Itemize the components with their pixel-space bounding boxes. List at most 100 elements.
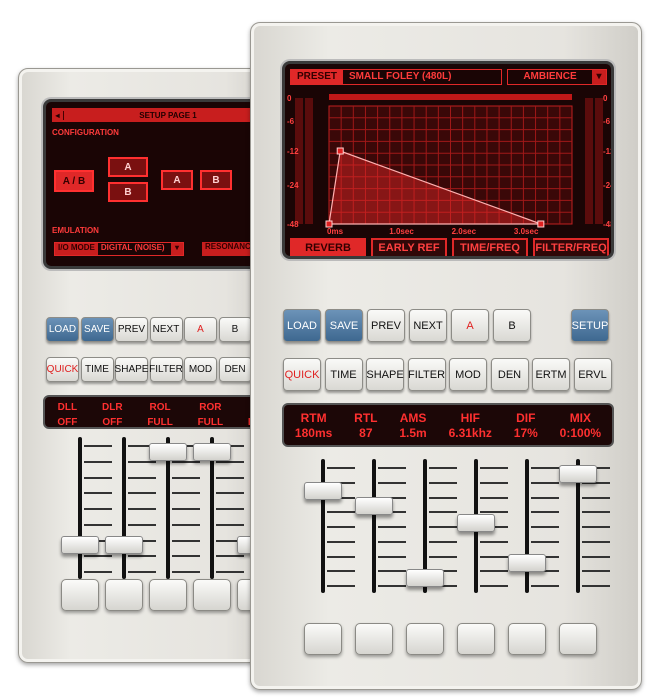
- front-pad-button-5[interactable]: [508, 623, 546, 655]
- shape-button[interactable]: SHAPE: [366, 358, 404, 391]
- front-pad-button-4[interactable]: [457, 623, 495, 655]
- fader-track: [78, 437, 82, 579]
- a-button[interactable]: A: [451, 309, 489, 342]
- den-button[interactable]: DEN: [490, 358, 529, 391]
- load-button[interactable]: LOAD: [46, 317, 79, 342]
- back-pad-button-3[interactable]: [149, 579, 187, 611]
- back-fader-1[interactable]: [61, 536, 99, 555]
- x-tick-label: 3.0sec: [514, 227, 539, 236]
- filter-button[interactable]: FILTER: [149, 357, 183, 382]
- quick-button[interactable]: QUICK: [283, 358, 321, 391]
- config-parallel-a[interactable]: A: [161, 170, 193, 190]
- fader-scale-tick: [216, 460, 244, 463]
- front-fader-4[interactable]: [457, 513, 495, 532]
- save-button[interactable]: SAVE: [325, 309, 363, 342]
- save-button[interactable]: SAVE: [80, 317, 114, 342]
- time-button[interactable]: TIME: [80, 357, 114, 382]
- filter-button[interactable]: FILTER: [407, 358, 446, 391]
- level-bar: [329, 94, 572, 100]
- prev-button[interactable]: PREV: [367, 309, 405, 342]
- parameter-rtl: RTL 87: [354, 411, 377, 445]
- fader-scale-tick: [531, 526, 559, 528]
- envelope-handle: [537, 220, 545, 228]
- config-parallel-b[interactable]: B: [200, 170, 232, 190]
- parameter-value: OFF: [102, 417, 123, 428]
- fader-scale-tick: [216, 508, 244, 510]
- fader-track: [372, 459, 376, 593]
- envelope-chart[interactable]: 0 0 -6 -6 -12 -12 -24 -24 -48 -48 0ms 1.0sec 2.0sec 3…: [285, 64, 614, 259]
- parameter-name: DLL: [57, 402, 78, 413]
- next-button[interactable]: NEXT: [409, 309, 447, 342]
- parameter-value: 180ms: [294, 426, 333, 440]
- shape-button[interactable]: SHAPE: [115, 357, 148, 382]
- y-tick-label: -12: [287, 147, 299, 156]
- back-fader-2[interactable]: [105, 536, 143, 555]
- y-tick-label: -48: [287, 220, 299, 229]
- config-ab-block[interactable]: A / B: [54, 170, 94, 192]
- fader-scale-tick: [172, 555, 200, 558]
- y-tick-label: -12: [603, 147, 614, 156]
- ertm-button[interactable]: ERTM: [532, 358, 570, 391]
- level-meter: [305, 98, 313, 224]
- x-tick-label: 2.0sec: [452, 227, 477, 236]
- load-button[interactable]: LOAD: [283, 309, 321, 342]
- b-button[interactable]: B: [218, 317, 252, 342]
- back-pad-button-2[interactable]: [105, 579, 143, 611]
- parameter-name: RTL: [354, 411, 378, 425]
- y-tick-label: 0: [603, 94, 608, 103]
- back-fader-3[interactable]: [149, 443, 187, 462]
- back-pad-button-1[interactable]: [61, 579, 99, 611]
- fader-scale-tick: [84, 492, 112, 495]
- tab-reverb[interactable]: REVERB: [290, 238, 366, 256]
- front-pad-button-2[interactable]: [355, 623, 393, 655]
- tab-time-freq[interactable]: TIME/FREQ: [452, 238, 528, 256]
- fader-scale-tick: [378, 481, 406, 484]
- front-pad-button-3[interactable]: [406, 623, 444, 655]
- front-parameter-display: RTM 180ms RTL 87 AMS 1.5m HIF 6.31khz DIF 17% MIX 0…: [282, 403, 614, 447]
- ervl-button[interactable]: ERVL: [573, 358, 612, 391]
- back-pad-button-4[interactable]: [193, 579, 231, 611]
- fader-scale-tick: [216, 476, 244, 479]
- io-mode-select[interactable]: I/O MODE DIGITAL (NOISE) ▾: [54, 242, 184, 256]
- front-fader-3[interactable]: [406, 569, 444, 588]
- time-button[interactable]: TIME: [324, 358, 363, 391]
- level-meter: [595, 98, 603, 224]
- back-fader-4[interactable]: [193, 443, 231, 462]
- envelope-handle: [336, 147, 344, 155]
- back-parameter-display: DLLOFFDLROFFROLFULLRORFULLPILE: [43, 395, 275, 429]
- front-fader-6[interactable]: [559, 464, 597, 483]
- fader-scale-tick: [378, 467, 406, 469]
- fader-scale-tick: [582, 555, 610, 558]
- front-pad-button-6[interactable]: [559, 623, 597, 655]
- den-button[interactable]: DEN: [218, 357, 252, 382]
- fader-scale-tick: [84, 523, 112, 526]
- fader-scale-tick: [480, 496, 508, 499]
- front-fader-1[interactable]: [304, 482, 342, 501]
- configuration-label: CONFIGURATION: [52, 128, 119, 137]
- front-fader-2[interactable]: [355, 497, 393, 516]
- tab-early-ref[interactable]: EARLY REF: [371, 238, 447, 256]
- front-pad-button-1[interactable]: [304, 623, 342, 655]
- fader-scale-tick: [172, 539, 200, 542]
- parameter-value: 0:100%: [559, 426, 602, 440]
- config-serial-a[interactable]: A: [108, 157, 148, 177]
- b-button[interactable]: B: [493, 309, 531, 342]
- a-button[interactable]: A: [184, 317, 217, 342]
- fader-scale-tick: [327, 555, 355, 558]
- quick-button[interactable]: QUICK: [46, 357, 79, 382]
- mod-button[interactable]: MOD: [184, 357, 217, 382]
- parameter-value: 87: [359, 426, 373, 440]
- config-serial-b[interactable]: B: [108, 182, 148, 202]
- front-fader-5[interactable]: [508, 554, 546, 573]
- next-button[interactable]: NEXT: [149, 317, 183, 342]
- fader-scale-tick: [172, 460, 200, 463]
- tab-filter-freq[interactable]: FILTER/FREQ: [533, 238, 609, 256]
- setup-page-header: ◂ SETUP PAGE 1: [52, 108, 268, 122]
- mod-button[interactable]: MOD: [449, 358, 487, 391]
- parameter-value: FULL: [147, 417, 173, 428]
- fader-scale-tick: [216, 492, 244, 495]
- y-tick-label: -48: [603, 220, 614, 229]
- back-arrow-icon[interactable]: ◂: [52, 110, 64, 120]
- prev-button[interactable]: PREV: [115, 317, 148, 342]
- setup-button[interactable]: SETUP: [571, 309, 609, 342]
